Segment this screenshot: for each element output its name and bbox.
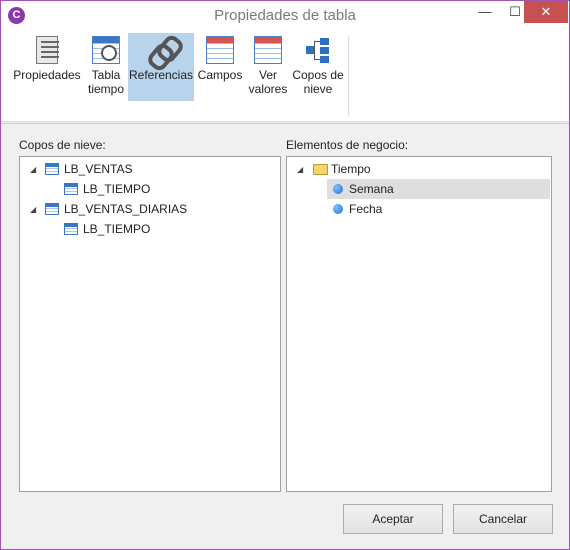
ribbon-label: valores <box>248 82 288 96</box>
blue-dot-icon <box>333 204 343 214</box>
title-bar: C Propiedades de tabla — ☐ ✕ <box>1 1 569 30</box>
tree-node[interactable]: Fecha <box>327 199 550 219</box>
snowflakes-label: Copos de nieve: <box>19 138 106 152</box>
tree-node[interactable]: LB_TIEMPO <box>20 219 280 239</box>
content-area: Copos de nieve: ◢ LB_VENTAS LB_TIEMPO ◢ … <box>1 123 569 549</box>
tree-node-label: LB_VENTAS <box>64 162 133 176</box>
snowflake-tree-icon <box>304 36 332 64</box>
collapse-triangle-icon[interactable]: ◢ <box>297 166 305 174</box>
tree-node[interactable]: LB_TIEMPO <box>20 179 280 199</box>
ribbon-label: Tabla <box>91 68 121 82</box>
time-table-icon <box>92 36 120 64</box>
ribbon-time-table-button[interactable]: Tabla tiempo <box>85 33 127 101</box>
cancel-button[interactable]: Cancelar <box>453 504 553 534</box>
dialog-window: C Propiedades de tabla — ☐ ✕ Propiedades… <box>0 0 570 550</box>
ribbon-fields-button[interactable]: Campos <box>196 33 244 101</box>
collapse-triangle-icon[interactable]: ◢ <box>30 206 38 214</box>
table-icon <box>64 223 78 235</box>
ribbon-label: nieve <box>303 82 333 96</box>
ribbon-references-button[interactable]: Referencias <box>128 33 194 101</box>
ribbon-label: Copos de <box>292 68 344 82</box>
values-grid-icon <box>254 36 282 64</box>
table-icon <box>45 203 59 215</box>
ribbon-divider <box>348 36 349 116</box>
chain-link-icon <box>147 36 175 64</box>
tree-node-label: Fecha <box>349 202 383 216</box>
collapse-triangle-icon[interactable]: ◢ <box>30 166 38 174</box>
business-elements-tree[interactable]: ◢ Tiempo Semana Fecha <box>286 156 552 492</box>
ribbon-toolbar: Propiedades Tabla tiempo Referencias Cam… <box>1 30 569 122</box>
tree-node-label: LB_TIEMPO <box>83 182 151 196</box>
tree-node[interactable]: ◢ LB_VENTAS_DIARIAS <box>20 199 280 219</box>
ribbon-view-values-button[interactable]: Ver valores <box>246 33 290 101</box>
tree-node-label: LB_TIEMPO <box>83 222 151 236</box>
ribbon-label: Ver <box>258 68 277 82</box>
tree-node-label: Tiempo <box>331 162 371 176</box>
tree-node-label: LB_VENTAS_DIARIAS <box>64 202 188 216</box>
table-icon <box>64 183 78 195</box>
snowflakes-tree[interactable]: ◢ LB_VENTAS LB_TIEMPO ◢ LB_VENTAS_DIARIA… <box>19 156 281 492</box>
table-icon <box>45 163 59 175</box>
close-button[interactable]: ✕ <box>524 1 568 23</box>
tree-node-selected[interactable]: Semana <box>327 179 550 199</box>
tree-node[interactable]: ◢ LB_VENTAS <box>20 159 280 179</box>
accept-button[interactable]: Aceptar <box>343 504 443 534</box>
ribbon-label: Campos <box>197 68 243 82</box>
blue-dot-icon <box>333 184 343 194</box>
business-elements-label: Elementos de negocio: <box>286 138 409 152</box>
minimize-button[interactable]: — <box>470 1 500 23</box>
tree-node-label: Semana <box>349 182 394 196</box>
fields-grid-icon <box>206 36 234 64</box>
ribbon-label: Propiedades <box>13 68 81 82</box>
tree-node[interactable]: ◢ Tiempo <box>287 159 551 179</box>
ribbon-properties-button[interactable]: Propiedades <box>11 33 83 101</box>
ribbon-snowflakes-button[interactable]: Copos de nieve <box>291 33 345 101</box>
properties-icon <box>36 36 59 64</box>
folder-icon <box>313 164 328 175</box>
ribbon-label: tiempo <box>87 82 125 96</box>
